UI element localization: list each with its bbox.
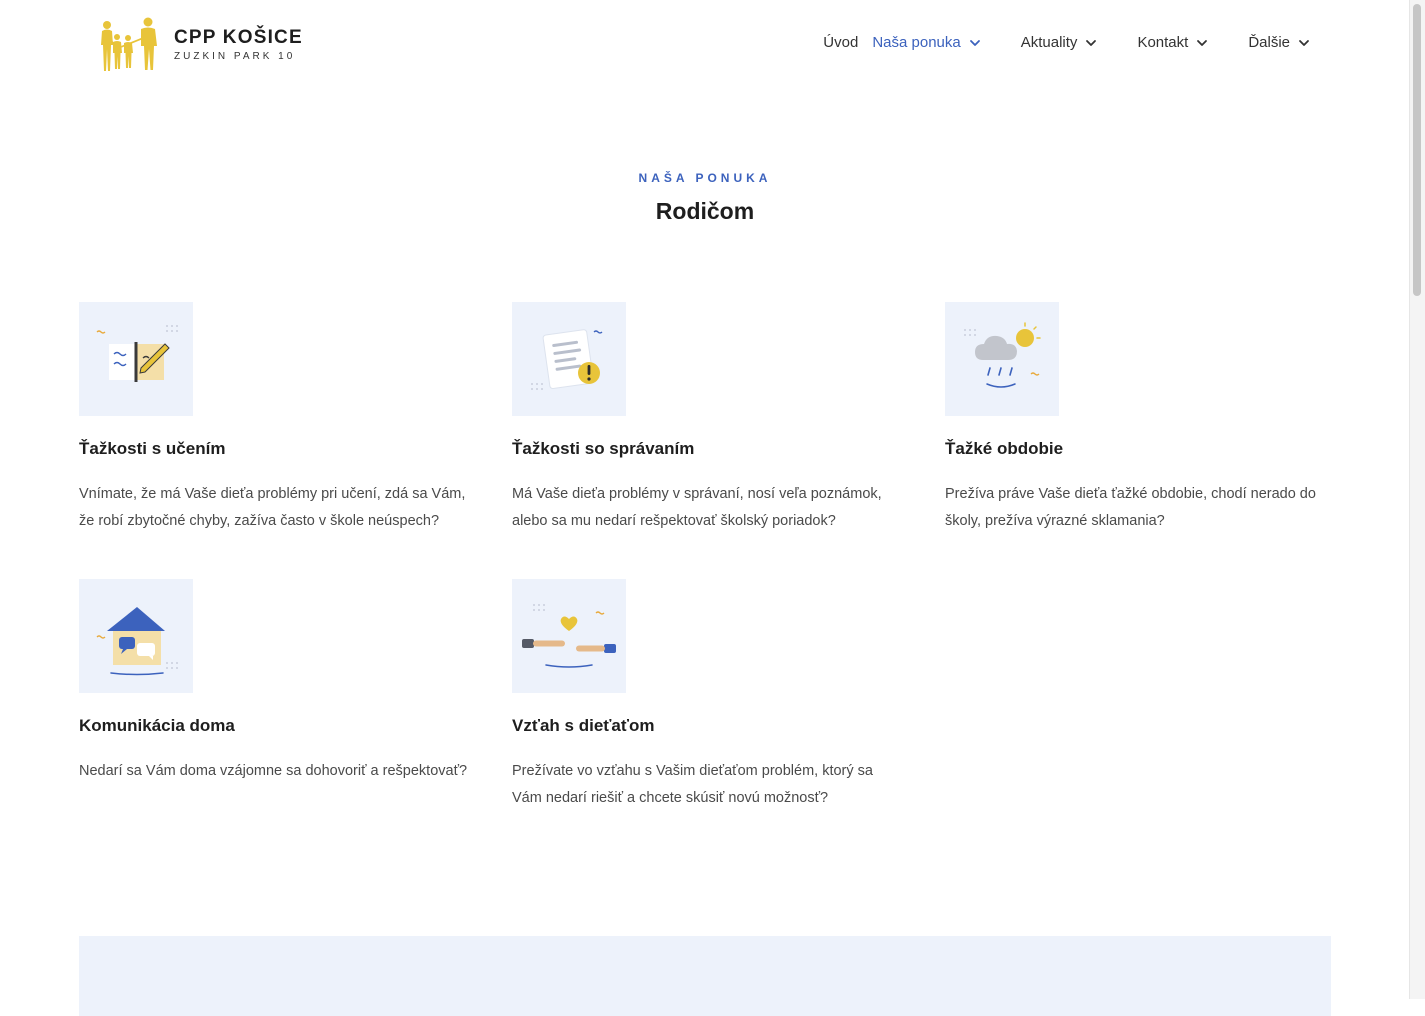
nav-item-label: Kontakt bbox=[1137, 34, 1189, 51]
notebook-pencil-icon bbox=[79, 302, 193, 416]
logo-link[interactable]: CPP KOŠICE ZUZKIN PARK 10 bbox=[96, 16, 303, 72]
card-text: Má Vaše dieťa problémy v správaní, nosí … bbox=[512, 486, 882, 529]
service-card-behavior[interactable]: Ťažkosti so správaním Má Vaše dieťa prob… bbox=[512, 302, 902, 535]
nav-item-label: Naša ponuka bbox=[872, 34, 961, 51]
chevron-down-icon bbox=[1299, 39, 1309, 46]
handshake-heart-icon bbox=[512, 579, 626, 693]
card-title: Ťažké obdobie bbox=[945, 439, 1064, 458]
card-text: Prežíva práve Vaše dieťa ťažké obdobie, … bbox=[945, 486, 1316, 529]
chevron-down-icon bbox=[1197, 39, 1208, 46]
card-text: Vnímate, že má Vaše dieťa problémy pri u… bbox=[79, 486, 466, 529]
card-title: Ťažkosti s učením bbox=[79, 439, 226, 458]
card-title: Komunikácia doma bbox=[79, 716, 235, 735]
scrollbar-thumb[interactable] bbox=[1413, 4, 1421, 296]
service-card-learning[interactable]: Ťažkosti s učením Vnímate, že má Vaše di… bbox=[79, 302, 469, 535]
house-chat-icon bbox=[79, 579, 193, 693]
chevron-down-icon bbox=[969, 39, 980, 46]
card-text: Prežívate vo vzťahu s Vašim dieťaťom pro… bbox=[512, 763, 873, 806]
service-card-hard-time[interactable]: Ťažké obdobie Prežíva práve Vaše dieťa ť… bbox=[945, 302, 1335, 535]
nav-item-nasa-ponuka[interactable]: Naša ponuka bbox=[872, 34, 980, 51]
service-card-relationship[interactable]: Vzťah s dieťaťom Prežívate vo vzťahu s V… bbox=[512, 579, 902, 812]
card-text: Nedarí sa Vám doma vzájomne sa dohovoriť… bbox=[79, 763, 468, 779]
nav-item-label: Úvod bbox=[823, 34, 859, 51]
page-title: Rodičom bbox=[655, 198, 755, 224]
section-eyebrow: NAŠA PONUKA bbox=[638, 171, 772, 185]
logo-text: CPP KOŠICE ZUZKIN PARK 10 bbox=[174, 27, 303, 62]
brand-title: CPP KOŠICE bbox=[174, 26, 303, 48]
nav-item-aktuality[interactable]: Aktuality bbox=[1021, 34, 1098, 51]
nav-item-dalsie[interactable]: Ďalšie bbox=[1248, 34, 1310, 51]
nav-item-label: Ďalšie bbox=[1248, 34, 1290, 51]
family-logo-icon bbox=[101, 17, 157, 71]
site-header: CPP KOŠICE ZUZKIN PARK 10 Úvod Naša ponu… bbox=[0, 0, 1410, 90]
card-title: Vzťah s dieťaťom bbox=[512, 716, 655, 735]
nav-item-label: Aktuality bbox=[1020, 34, 1078, 51]
main-nav: Úvod Naša ponuka Aktuality Kontakt Ďalši… bbox=[823, 34, 1310, 51]
next-section-band bbox=[79, 936, 1331, 1016]
chevron-down-icon bbox=[1086, 39, 1097, 46]
service-card-communication[interactable]: Komunikácia doma Nedarí sa Vám doma vzáj… bbox=[79, 579, 469, 785]
card-title: Ťažkosti so správaním bbox=[512, 439, 695, 458]
warning-note-icon bbox=[512, 302, 626, 416]
rain-cloud-icon bbox=[945, 302, 1059, 416]
page-scrollbar[interactable] bbox=[1409, 0, 1425, 999]
nav-item-kontakt[interactable]: Kontakt bbox=[1137, 34, 1208, 51]
nav-item-uvod[interactable]: Úvod bbox=[823, 34, 858, 51]
brand-subtitle: ZUZKIN PARK 10 bbox=[174, 50, 296, 62]
